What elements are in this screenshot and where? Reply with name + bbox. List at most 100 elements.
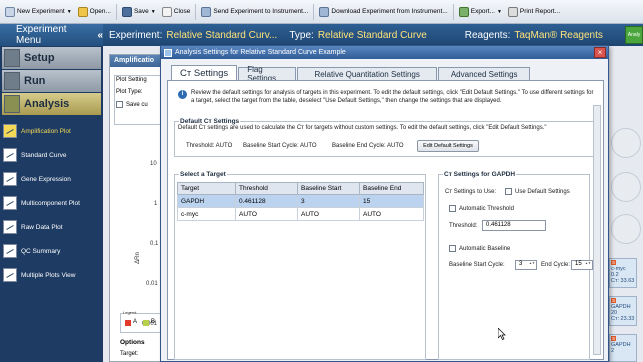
y-axis-label: ΔRn — [134, 252, 141, 264]
default-threshold: Threshold: AUTO — [186, 143, 233, 149]
column-header[interactable]: Baseline Start — [297, 182, 360, 195]
multicomponent-plot-icon — [3, 196, 17, 210]
analysis-settings-dialog: Analysis Settings for Relative Standard … — [160, 45, 609, 362]
column-header[interactable]: Threshold — [235, 182, 298, 195]
experiment-menu: Experiment Menu « Setup Run Analysis Amp… — [0, 24, 103, 362]
save-current-checkbox[interactable] — [116, 101, 123, 108]
table-row[interactable]: GAPDH 0.461128 3 15 — [177, 194, 424, 208]
well-cell[interactable]: S GAPDH 20 Cт: 23.33 — [609, 296, 637, 326]
experiment-menu-header: Experiment Menu « — [0, 24, 103, 46]
automatic-threshold-checkbox[interactable] — [449, 205, 456, 212]
save-button[interactable]: Save ▼ — [119, 3, 159, 21]
analysis-submenu: Amplification Plot Standard Curve Gene E… — [0, 119, 103, 287]
qc-summary-icon — [3, 244, 17, 258]
target-table: Target Threshold Baseline Start Baseline… — [177, 182, 424, 221]
info-icon: i — [178, 90, 187, 99]
plate-well[interactable] — [611, 128, 641, 158]
column-header[interactable]: Target — [177, 182, 236, 195]
print-icon — [507, 6, 518, 17]
plate-well[interactable] — [611, 172, 641, 202]
toolbar-divider — [313, 3, 315, 20]
info-message: Review the default settings for analysis… — [191, 90, 594, 104]
dialog-scrollbar[interactable] — [593, 105, 601, 355]
reagents-value: TaqMan® Reagents — [514, 29, 603, 41]
experiment-header: Experiment: Relative Standard Curv... Ty… — [103, 24, 643, 46]
y-tick: 1 — [154, 201, 158, 207]
sidebar-item-amplification-plot[interactable]: Amplification Plot — [0, 119, 103, 143]
mouse-cursor-icon — [498, 328, 506, 340]
use-default-settings-checkbox[interactable] — [505, 188, 512, 195]
threshold-label: Threshold: — [449, 223, 478, 229]
export-icon — [458, 6, 469, 17]
toolbar-divider — [452, 3, 454, 20]
setup-icon — [4, 49, 20, 67]
tab-flag-settings[interactable]: Flag Settings — [238, 65, 297, 83]
multiple-plots-icon — [3, 268, 17, 282]
well-cell[interactable]: S c-myc 0.2 Cт: 33.63 — [609, 258, 637, 288]
chevron-down-icon[interactable]: ▼ — [151, 9, 156, 15]
close-button[interactable]: Close — [159, 3, 194, 21]
automatic-baseline-option[interactable]: Automatic Baseline — [449, 245, 510, 252]
send-icon — [201, 6, 212, 17]
nav-run[interactable]: Run — [2, 70, 101, 92]
default-baseline-end: Baseline End Cycle: AUTO — [332, 143, 404, 149]
open-button[interactable]: Open... — [75, 3, 114, 21]
tab-advanced-settings[interactable]: Advanced Settings — [438, 67, 531, 80]
sidebar-item-standard-curve[interactable]: Standard Curve — [0, 143, 103, 167]
sidebar-item-multicomponent-plot[interactable]: Multicomponent Plot — [0, 191, 103, 215]
legend-swatch-b — [143, 320, 149, 326]
sidebar-item-multiple-plots-view[interactable]: Multiple Plots View — [0, 263, 103, 287]
end-cycle-label: End Cycle: — [541, 262, 571, 268]
settings-tabs: Cт Settings Flag Settings Relative Quant… — [171, 65, 531, 83]
toolbar-divider — [115, 3, 117, 20]
export-button[interactable]: Export... ▼ — [456, 3, 505, 21]
chevron-down-icon[interactable]: ▼ — [67, 9, 72, 15]
baseline-end-stepper[interactable]: 15 — [571, 260, 593, 270]
use-default-settings-option[interactable]: Use Default Settings — [505, 188, 570, 195]
tab-ct-settings[interactable]: Cт Settings — [171, 65, 238, 80]
nav-analysis[interactable]: Analysis — [2, 93, 101, 115]
y-tick: 0.01 — [146, 281, 158, 287]
tab-relative-quantitation-settings[interactable]: Relative Quantitation Settings — [297, 67, 438, 80]
chevron-down-icon[interactable]: ▼ — [497, 9, 502, 15]
automatic-baseline-checkbox[interactable] — [449, 245, 456, 252]
plate-well[interactable] — [611, 214, 641, 244]
new-experiment-button[interactable]: New Experiment ▼ — [2, 3, 75, 21]
well-flag: S — [611, 336, 617, 341]
nav-setup[interactable]: Setup — [2, 47, 101, 69]
default-baseline-start: Baseline Start Cycle: AUTO — [243, 143, 317, 149]
edit-default-settings-button[interactable]: Edit Default Settings — [417, 140, 479, 152]
automatic-threshold-option[interactable]: Automatic Threshold — [449, 205, 514, 212]
sidebar-item-qc-summary[interactable]: QC Summary — [0, 239, 103, 263]
gene-expression-icon — [3, 172, 17, 186]
print-report-button[interactable]: Print Report... — [505, 3, 563, 21]
plot-settings-group: Plot Setting Plot Type: Save cu — [114, 75, 166, 125]
run-icon — [4, 72, 20, 90]
y-tick: 10 — [150, 161, 157, 167]
close-document-icon — [161, 6, 172, 17]
baseline-start-stepper[interactable]: 3 — [515, 260, 537, 270]
amplification-plot-icon — [3, 124, 17, 138]
close-icon[interactable]: × — [594, 47, 606, 58]
analysis-icon — [4, 95, 20, 113]
download-experiment-button[interactable]: Download Experiment from Instrument... — [316, 3, 450, 21]
experiment-name: Relative Standard Curv... — [166, 29, 278, 41]
ct-settings-to-use-label: Cт Settings to Use: — [445, 189, 497, 195]
folder-open-icon — [77, 6, 88, 17]
well-cell[interactable]: S GAPDH 2 — [609, 334, 637, 362]
table-row[interactable]: c-myc AUTO AUTO AUTO — [177, 207, 424, 221]
default-settings-description: Default Cт settings are used to calculat… — [178, 125, 547, 131]
save-icon — [121, 6, 132, 17]
legend-swatch-a — [125, 320, 131, 326]
y-tick: 0.1 — [150, 241, 159, 247]
sidebar-item-raw-data-plot[interactable]: Raw Data Plot — [0, 215, 103, 239]
sidebar-item-gene-expression[interactable]: Gene Expression — [0, 167, 103, 191]
well-flag: S — [611, 260, 617, 265]
toolbar-divider — [195, 3, 197, 20]
analyze-button[interactable]: Analy — [625, 26, 643, 44]
raw-data-plot-icon — [3, 220, 17, 234]
send-experiment-button[interactable]: Send Experiment to Instrument... — [198, 3, 311, 21]
dialog-title-bar[interactable]: Analysis Settings for Relative Standard … — [161, 46, 608, 59]
column-header[interactable]: Baseline End — [359, 182, 424, 195]
threshold-input[interactable]: 0.461128 — [482, 220, 546, 231]
